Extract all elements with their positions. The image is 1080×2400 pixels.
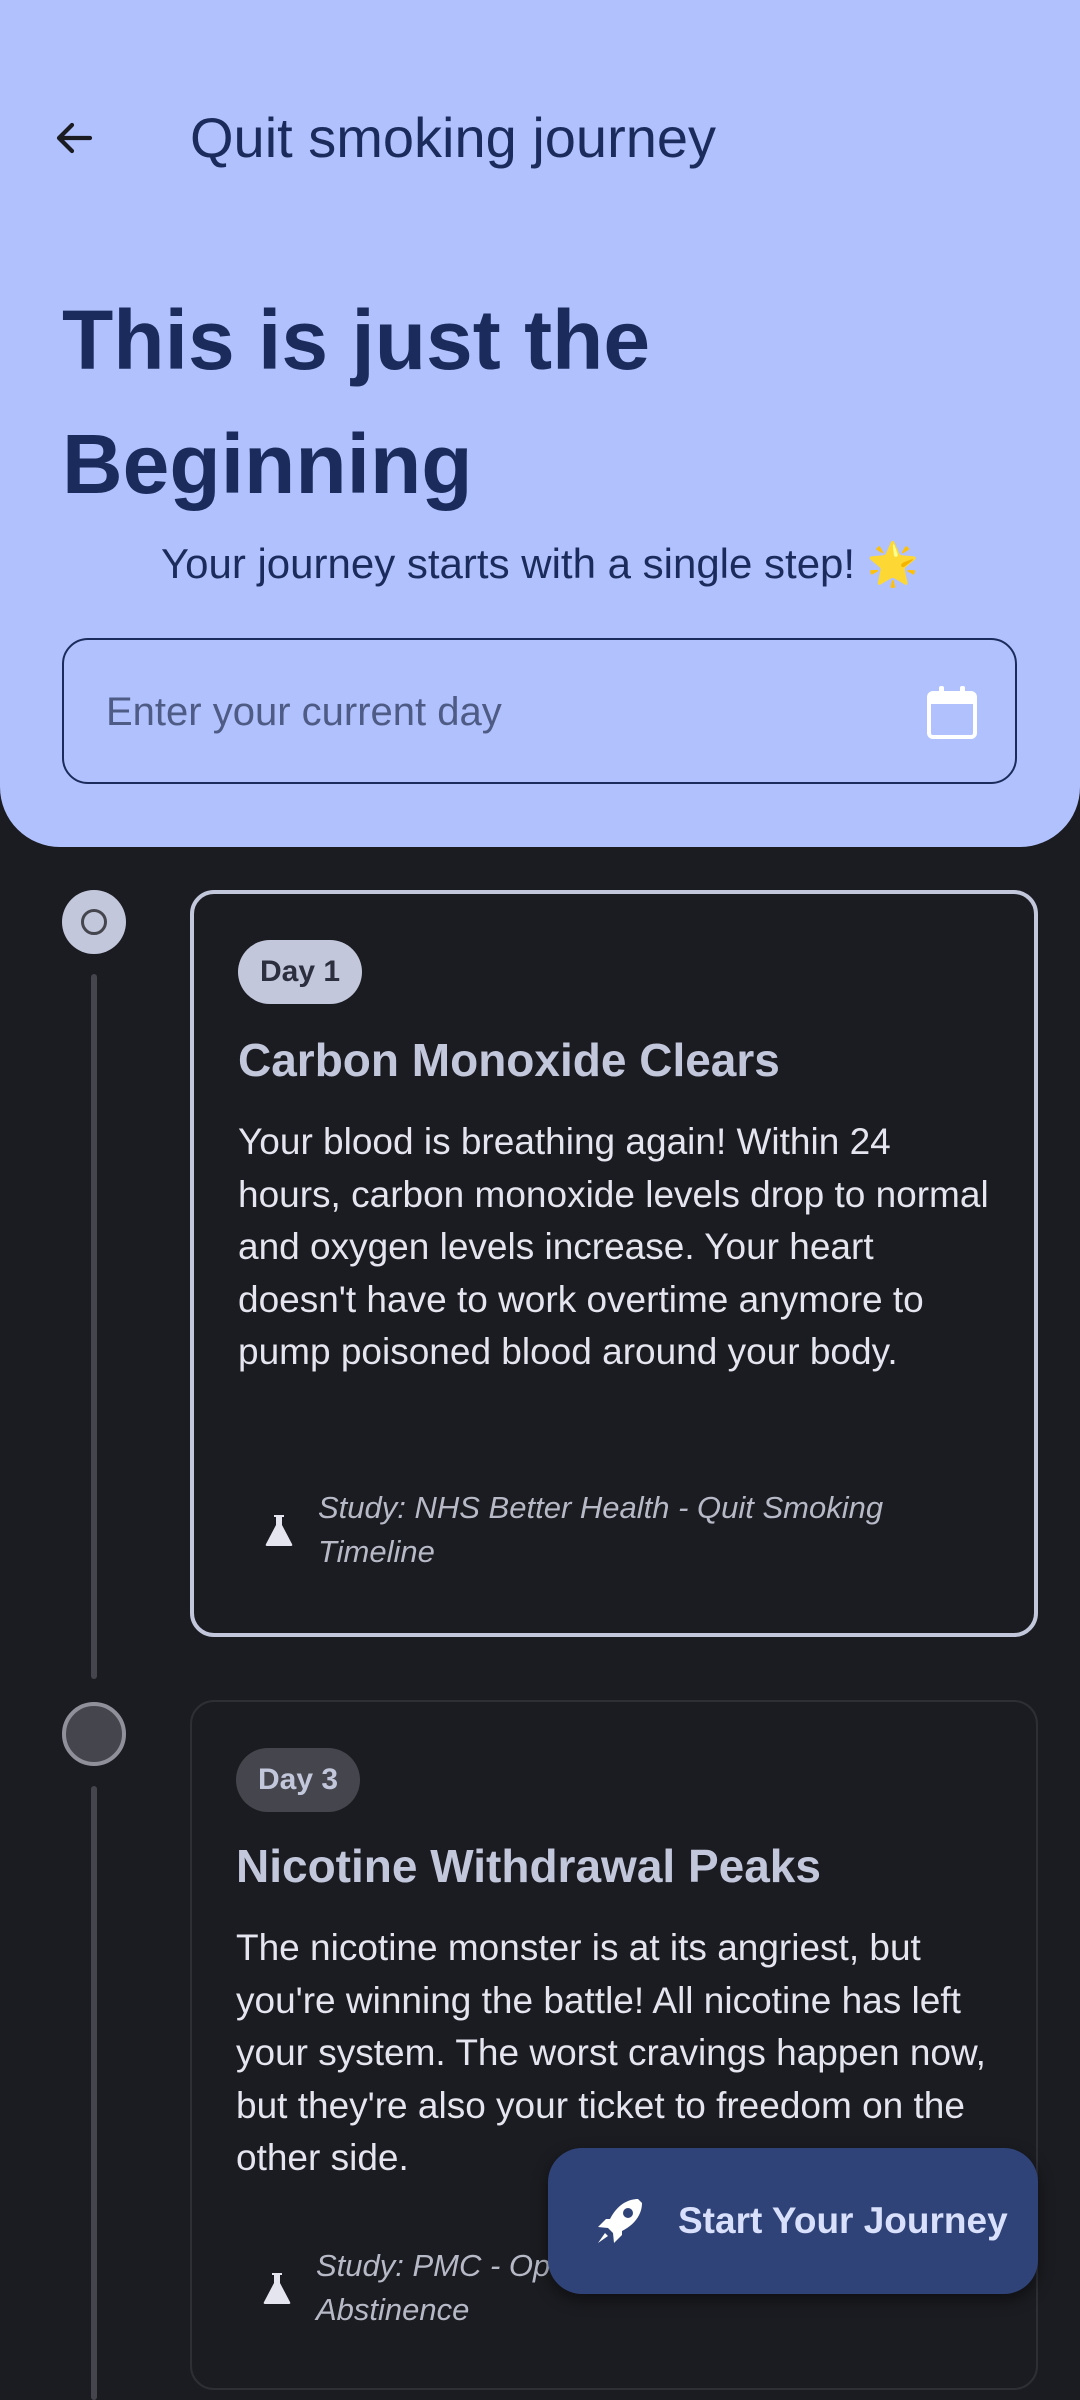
hero-subtitle: Your journey starts with a single step! …	[160, 540, 920, 587]
timeline-node-upcoming	[62, 1702, 126, 1766]
day-chip: Day 1	[238, 940, 363, 1004]
flask-icon	[265, 1515, 293, 1546]
timeline-node-current	[62, 890, 126, 954]
milestone-title: Nicotine Withdrawal Peaks	[236, 1840, 821, 1892]
milestone-title: Carbon Monoxide Clears	[238, 1034, 780, 1086]
flask-icon	[263, 2273, 291, 2304]
study-citation: Study: NHS Better Health - Quit Smoking …	[318, 1490, 884, 1569]
hero-title: This is just the Beginning	[62, 293, 651, 511]
current-day-placeholder: Enter your current day	[106, 690, 502, 734]
back-button[interactable]	[36, 100, 112, 176]
milestone-description: Your blood is breathing again! Within 24…	[238, 1121, 989, 1372]
rocket-icon	[598, 2199, 642, 2243]
calendar-icon[interactable]	[921, 682, 983, 744]
timeline-node-ring	[81, 909, 107, 935]
current-day-field[interactable]: Enter your current day	[62, 638, 1017, 784]
page-title: Quit smoking journey	[190, 106, 717, 169]
milestone-card[interactable]: Day 1 Carbon Monoxide Clears Your blood …	[190, 890, 1038, 1637]
study-reference[interactable]: Study: NHS Better Health - Quit Smoking …	[264, 1486, 984, 1574]
arrow-back-icon	[56, 122, 93, 154]
start-journey-button[interactable]: Start Your Journey	[548, 2148, 1038, 2294]
header-panel: Quit smoking journey This is just the Be…	[0, 0, 1080, 847]
day-chip: Day 3	[236, 1748, 361, 1812]
milestone-description: The nicotine monster is at its angriest,…	[236, 1927, 986, 2178]
timeline-connector	[91, 1786, 97, 2400]
timeline-connector	[91, 974, 97, 1679]
start-journey-label: Start Your Journey	[678, 2200, 1008, 2241]
screen: Quit smoking journey This is just the Be…	[0, 0, 1080, 2400]
